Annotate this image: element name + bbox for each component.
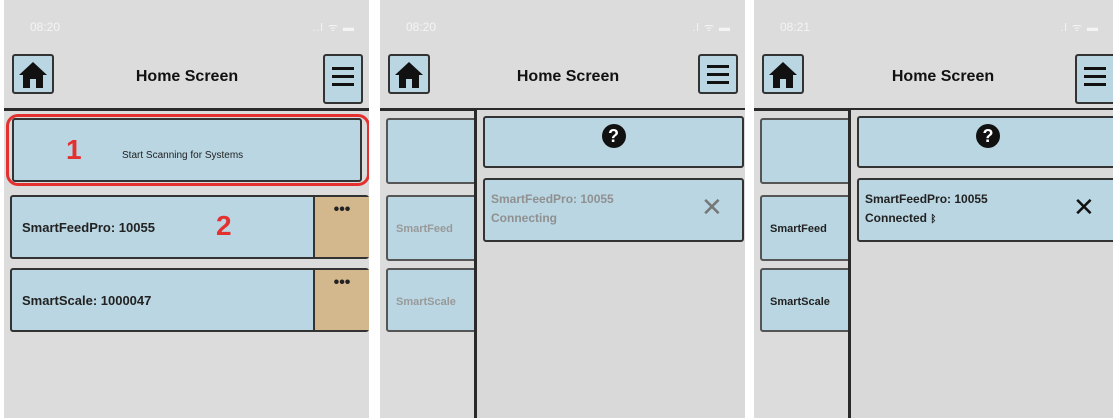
help-button[interactable]: ? (483, 116, 744, 168)
device-row[interactable]: SmartFeedPro: 10055 ••• (10, 195, 369, 259)
bluetooth-icon: ᛒ (930, 214, 937, 225)
annotation-number-1: 1 (66, 134, 82, 165)
connection-status-label: Connected (865, 211, 928, 225)
status-icons: ..l ᯤ ▬ (312, 22, 355, 34)
more-icon: ••• (333, 274, 351, 291)
home-button[interactable] (12, 54, 54, 94)
close-icon[interactable]: ✕ (701, 194, 723, 220)
header: Home Screen (380, 46, 745, 106)
device-connection-card[interactable]: SmartFeedPro: 10055 Connecting ✕ (483, 178, 744, 242)
question-icon: ? (601, 124, 626, 148)
menu-button[interactable] (698, 54, 738, 94)
page-title: Home Screen (135, 68, 239, 85)
page-title: Home Screen (891, 68, 995, 85)
hamburger-icon (332, 67, 354, 86)
header: Home Screen (754, 46, 1113, 106)
background-device-name: SmartFeed (396, 223, 453, 235)
annotation-highlight (6, 114, 369, 186)
status-icons: .l ᯤ ▬ (692, 22, 731, 34)
help-button[interactable]: ? (857, 116, 1113, 168)
device-side-panel: ? SmartFeedPro: 10055 Connecting ✕ (474, 110, 745, 418)
hamburger-icon (707, 65, 729, 84)
connection-status: Connected ᛒ (865, 211, 936, 225)
question-icon: ? (976, 124, 1000, 148)
header: Home Screen (4, 46, 369, 106)
background-device-name: SmartFeed (770, 223, 827, 235)
device-row[interactable]: SmartScale: 1000047 ••• (10, 268, 369, 332)
header-divider (4, 108, 369, 111)
background-scan-button (760, 118, 860, 184)
status-bar: 08:20 ..l ᯤ ▬ (4, 0, 369, 44)
home-button[interactable] (388, 54, 430, 94)
background-device-row: SmartFeed (760, 195, 860, 261)
status-time: 08:21 (780, 20, 811, 34)
home-icon (395, 62, 423, 88)
status-time: 08:20 (30, 20, 61, 34)
home-icon (19, 62, 47, 88)
background-device-name: SmartScale (396, 296, 456, 308)
menu-button[interactable] (1075, 54, 1113, 104)
background-device-row: SmartFeed (386, 195, 486, 261)
phone-screen-2: 08:20 .l ᯤ ▬ Home Screen SmartFeed Smart… (380, 0, 745, 418)
background-device-row: SmartScale (760, 268, 860, 332)
status-time: 08:20 (406, 20, 437, 34)
background-scan-button (386, 118, 486, 184)
device-name: SmartFeedPro: 10055 (491, 192, 614, 206)
more-options-button[interactable]: ••• (313, 197, 369, 257)
device-side-panel: ? SmartFeedPro: 10055 Connected ᛒ ✕ (848, 110, 1113, 418)
connection-status: Connecting (491, 211, 557, 225)
menu-button[interactable] (323, 54, 363, 104)
status-bar: 08:21 .l ᯤ ▬ (754, 0, 1113, 44)
annotation-number-2: 2 (216, 210, 232, 241)
background-device-name: SmartScale (770, 296, 830, 308)
device-name: SmartFeedPro: 10055 (22, 220, 155, 235)
more-icon: ••• (333, 201, 351, 218)
device-connection-card[interactable]: SmartFeedPro: 10055 Connected ᛒ ✕ (857, 178, 1113, 242)
home-icon (769, 62, 797, 88)
close-icon[interactable]: ✕ (1073, 194, 1095, 220)
hamburger-icon (1084, 67, 1106, 86)
device-name: SmartScale: 1000047 (22, 293, 152, 308)
device-name: SmartFeedPro: 10055 (865, 192, 988, 206)
status-bar: 08:20 .l ᯤ ▬ (380, 0, 745, 44)
phone-screen-3: 08:21 .l ᯤ ▬ Home Screen SmartFeed Smart… (754, 0, 1113, 418)
more-options-button[interactable]: ••• (313, 270, 369, 330)
status-icons: .l ᯤ ▬ (1060, 22, 1099, 34)
background-device-row: SmartScale (386, 268, 486, 332)
home-button[interactable] (762, 54, 804, 94)
page-title: Home Screen (516, 68, 620, 85)
phone-screen-1: 08:20 ..l ᯤ ▬ Home Screen Start Scanning… (4, 0, 369, 418)
